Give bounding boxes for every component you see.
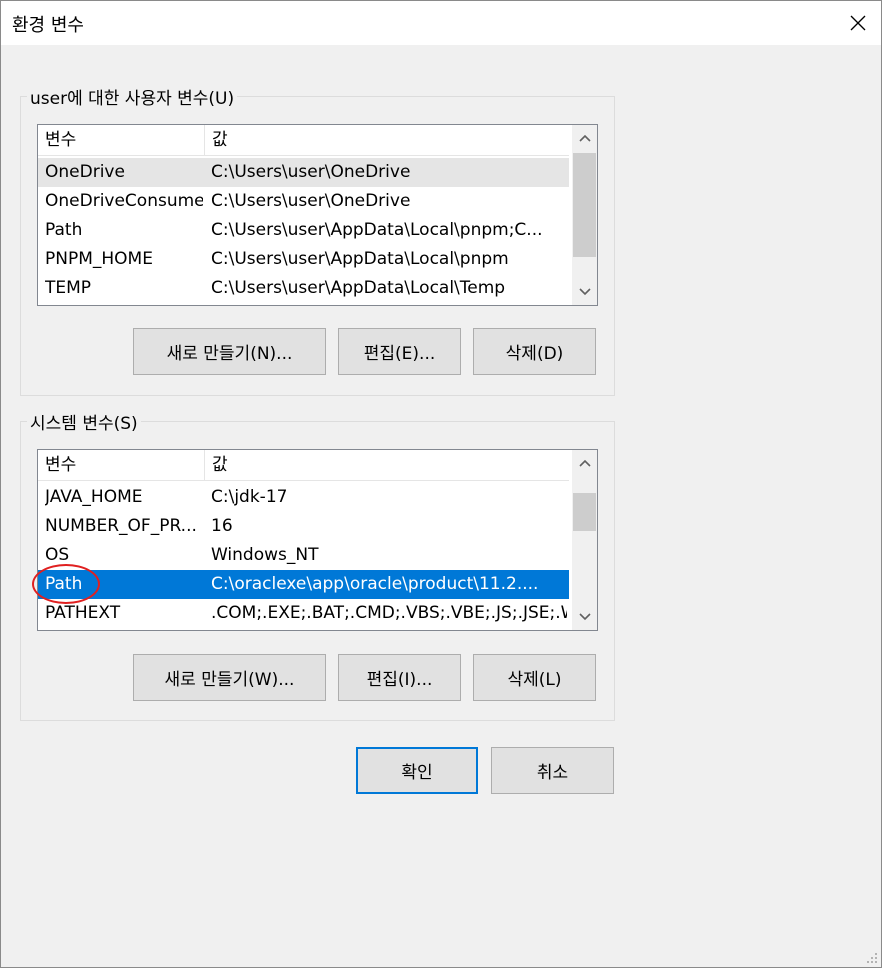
user-edit-button[interactable]: 편집(E)... bbox=[338, 328, 461, 375]
cancel-button[interactable]: 취소 bbox=[491, 747, 614, 794]
row-name: OneDriveConsumer bbox=[45, 191, 203, 211]
close-button[interactable] bbox=[835, 1, 881, 45]
scroll-up-button[interactable] bbox=[572, 450, 597, 476]
row-name: TEMP bbox=[45, 278, 92, 298]
row-name: Path bbox=[45, 220, 83, 240]
row-name: OS bbox=[45, 545, 70, 565]
table-row-selected[interactable]: Path C:\oraclexe\app\oracle\product\11.2… bbox=[38, 570, 569, 599]
column-header-name[interactable]: 변수 bbox=[38, 125, 205, 155]
system-variables-list[interactable]: 변수 값 JAVA_HOME C:\jdk-17 NUMBER_OF_PR...… bbox=[37, 449, 598, 631]
row-value: C:\Users\user\OneDrive bbox=[211, 191, 411, 211]
system-delete-button[interactable]: 삭제(L) bbox=[473, 654, 596, 701]
chevron-up-icon bbox=[578, 459, 591, 467]
table-row[interactable]: TEMP C:\Users\user\AppData\Local\Temp bbox=[38, 274, 569, 303]
user-new-button[interactable]: 새로 만들기(N)... bbox=[133, 328, 326, 375]
row-name: JAVA_HOME bbox=[45, 487, 143, 507]
user-variables-label: user에 대한 사용자 변수(U) bbox=[27, 84, 238, 109]
table-row[interactable]: OS Windows_NT bbox=[38, 541, 569, 570]
table-row[interactable]: PATHEXT .COM;.EXE;.BAT;.CMD;.VBS;.VBE;.J… bbox=[38, 599, 569, 628]
scroll-down-button[interactable] bbox=[572, 604, 597, 630]
table-row[interactable]: Path C:\Users\user\AppData\Local\pnpm;C.… bbox=[38, 216, 569, 245]
scroll-thumb[interactable] bbox=[573, 493, 596, 531]
column-header-value[interactable]: 값 bbox=[205, 125, 569, 155]
system-variables-group: 시스템 변수(S) 변수 값 JAVA_HOME C:\jdk-17 NUMBE… bbox=[20, 409, 615, 721]
window-title: 환경 변수 bbox=[12, 15, 84, 36]
row-value: .COM;.EXE;.BAT;.CMD;.VBS;.VBE;.JS;.JSE;.… bbox=[211, 603, 567, 623]
table-row[interactable]: OneDrive C:\Users\user\OneDrive bbox=[38, 158, 569, 187]
row-value: C:\oraclexe\app\oracle\product\11.2.... bbox=[211, 574, 539, 594]
user-variables-list[interactable]: 변수 값 OneDrive C:\Users\user\OneDrive One… bbox=[37, 124, 598, 306]
table-row[interactable]: NUMBER_OF_PR... 16 bbox=[38, 512, 569, 541]
row-name: PNPM_HOME bbox=[45, 249, 153, 269]
scroll-up-button[interactable] bbox=[572, 125, 597, 151]
column-header-value[interactable]: 값 bbox=[205, 450, 569, 480]
table-row[interactable]: JAVA_HOME C:\jdk-17 bbox=[38, 483, 569, 512]
row-value: 16 bbox=[211, 516, 233, 536]
row-value: C:\jdk-17 bbox=[211, 487, 288, 507]
table-row[interactable]: PNPM_HOME C:\Users\user\AppData\Local\pn… bbox=[38, 245, 569, 274]
vertical-scrollbar[interactable] bbox=[572, 125, 597, 305]
environment-variables-dialog: 환경 변수 user에 대한 사용자 변수(U) 변수 값 OneDrive C… bbox=[0, 0, 882, 968]
scroll-thumb[interactable] bbox=[573, 153, 596, 257]
row-name: Path bbox=[45, 574, 83, 594]
system-edit-button[interactable]: 편집(I)... bbox=[338, 654, 461, 701]
system-variables-label: 시스템 변수(S) bbox=[27, 409, 141, 434]
system-new-button[interactable]: 새로 만들기(W)... bbox=[133, 654, 326, 701]
user-variables-group: user에 대한 사용자 변수(U) 변수 값 OneDrive C:\User… bbox=[20, 84, 615, 396]
row-name: OneDrive bbox=[45, 162, 125, 182]
user-delete-button[interactable]: 삭제(D) bbox=[473, 328, 596, 375]
row-value: C:\Users\user\AppData\Local\pnpm;C... bbox=[211, 220, 543, 240]
chevron-up-icon bbox=[578, 134, 591, 142]
table-row[interactable]: OneDriveConsumer C:\Users\user\OneDrive bbox=[38, 187, 569, 216]
row-name: PATHEXT bbox=[45, 603, 121, 623]
row-value: C:\Users\user\AppData\Local\pnpm bbox=[211, 249, 509, 269]
close-icon bbox=[850, 15, 866, 31]
vertical-scrollbar[interactable] bbox=[572, 450, 597, 630]
chevron-down-icon bbox=[578, 613, 591, 621]
ok-button[interactable]: 확인 bbox=[356, 747, 478, 794]
list-header: 변수 값 bbox=[38, 450, 569, 481]
row-value: C:\Users\user\OneDrive bbox=[211, 162, 411, 182]
row-value: C:\Users\user\AppData\Local\Temp bbox=[211, 278, 506, 298]
resize-grip-icon[interactable] bbox=[866, 952, 878, 964]
chevron-down-icon bbox=[578, 288, 591, 296]
scroll-down-button[interactable] bbox=[572, 279, 597, 305]
column-header-name[interactable]: 변수 bbox=[38, 450, 205, 480]
title-bar[interactable]: 환경 변수 bbox=[1, 1, 881, 45]
row-value: Windows_NT bbox=[211, 545, 319, 565]
row-name: NUMBER_OF_PR... bbox=[45, 516, 197, 536]
list-header: 변수 값 bbox=[38, 125, 569, 156]
